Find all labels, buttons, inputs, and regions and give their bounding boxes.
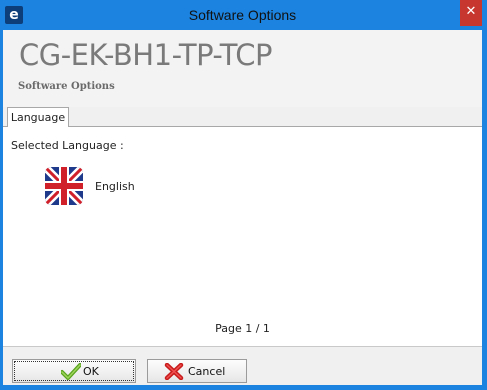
check-icon — [60, 363, 82, 380]
cancel-button[interactable]: Cancel — [147, 359, 247, 383]
ok-button[interactable]: OK — [12, 359, 136, 383]
language-tab-panel: Selected Language : English Page 1 / 1 — [3, 126, 482, 346]
device-name: CG-EK-BH1-TP-TCP — [19, 38, 273, 72]
ok-label: OK — [83, 365, 99, 378]
tab-language[interactable]: Language — [7, 107, 69, 127]
title-bar: e Software Options ✕ — [3, 0, 482, 30]
button-bar: OK Cancel — [3, 346, 482, 385]
header-area: CG-EK-BH1-TP-TCP Software Options — [3, 30, 482, 107]
close-button[interactable]: ✕ — [460, 0, 482, 26]
x-icon — [164, 362, 184, 381]
language-name: English — [95, 180, 135, 193]
header-subtitle: Software Options — [18, 81, 115, 92]
window-content: CG-EK-BH1-TP-TCP Software Options Langua… — [3, 30, 482, 385]
cancel-label: Cancel — [188, 365, 226, 378]
selected-language-label: Selected Language : — [11, 139, 124, 152]
software-options-window: e Software Options ✕ CG-EK-BH1-TP-TCP So… — [0, 0, 487, 390]
page-indicator: Page 1 / 1 — [215, 322, 270, 335]
window-title: Software Options — [188, 7, 297, 23]
uk-flag-icon — [45, 167, 83, 205]
